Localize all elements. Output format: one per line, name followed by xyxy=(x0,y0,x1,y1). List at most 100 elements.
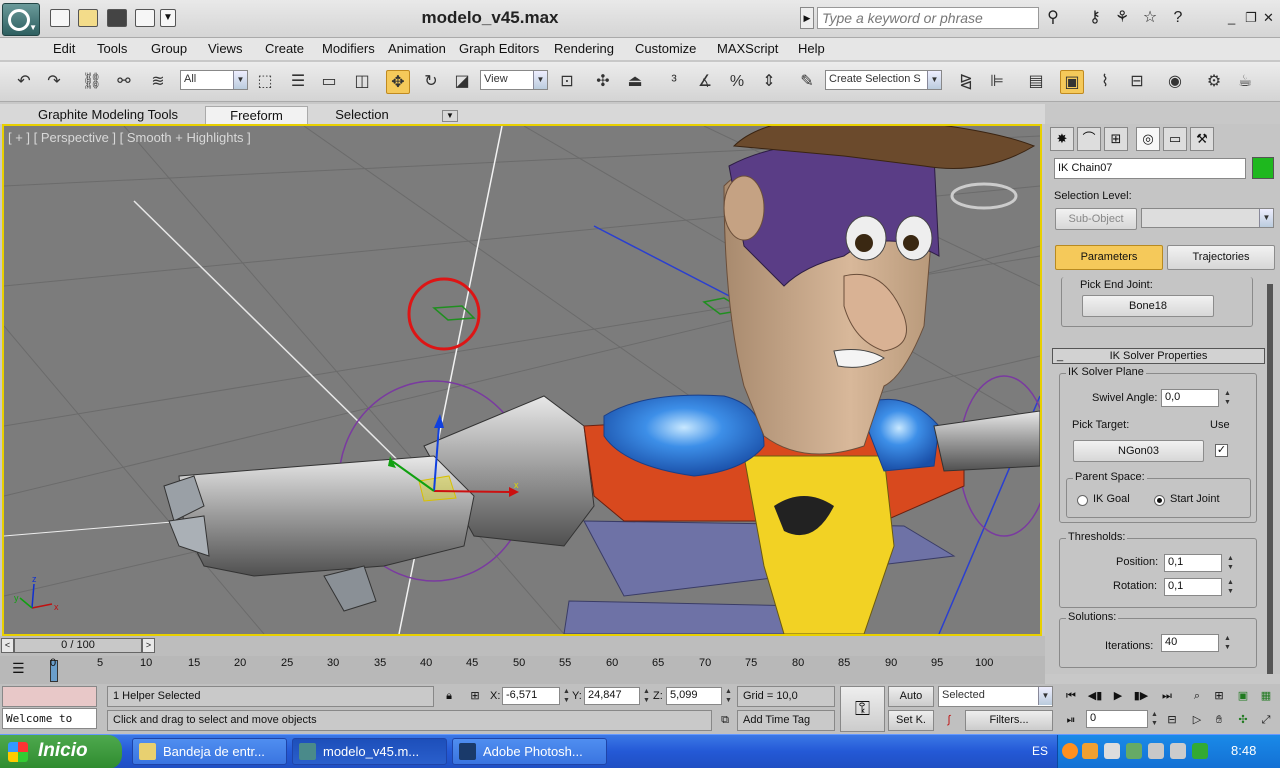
selection-filter-dropdown[interactable]: All ▼ xyxy=(180,70,248,90)
next-frame-icon[interactable]: > xyxy=(142,638,155,653)
project-folder-icon[interactable] xyxy=(135,9,155,27)
manipulate-icon[interactable]: ✣ xyxy=(591,70,615,94)
object-name-field[interactable]: IK Chain07 xyxy=(1054,158,1246,179)
play-icon[interactable]: ▶ xyxy=(1109,688,1127,704)
unlink-icon[interactable]: ⚯ xyxy=(112,70,136,94)
start-joint-radio[interactable] xyxy=(1154,495,1165,506)
material-editor-icon[interactable]: ◉ xyxy=(1163,70,1187,94)
clock[interactable]: 8:48 xyxy=(1231,743,1256,758)
spinner-arrows-icon[interactable]: ▲ ▼ xyxy=(1225,578,1236,596)
maximize-viewport-icon[interactable]: ⤢ xyxy=(1257,712,1275,728)
undo-icon[interactable]: ↶ xyxy=(12,70,36,94)
x-coordinate-field[interactable]: -6,571 xyxy=(502,687,560,705)
set-key-button[interactable]: Set K. xyxy=(888,710,934,731)
language-indicator[interactable]: ES xyxy=(1032,744,1048,758)
select-and-scale-icon[interactable]: ◪ xyxy=(450,70,474,94)
mail-icon[interactable] xyxy=(1104,743,1120,759)
select-object-icon[interactable]: ⬚ xyxy=(253,70,277,94)
key-icon[interactable]: ⚷ xyxy=(1085,8,1105,28)
search-input[interactable]: Type a keyword or phrase xyxy=(817,7,1039,29)
spinner-arrows-icon[interactable]: ▲ ▼ xyxy=(1225,554,1236,572)
network-icon[interactable] xyxy=(1126,743,1142,759)
curve-editor-icon[interactable]: ⌇ xyxy=(1093,70,1117,94)
spinner-arrows-icon[interactable]: ▲ ▼ xyxy=(1222,634,1233,652)
zoom-icon[interactable]: ⌕ xyxy=(1188,688,1206,704)
taskbar-item-3dsmax[interactable]: modelo_v45.m... xyxy=(292,738,447,765)
default-tangents-icon[interactable]: ∫ xyxy=(940,712,958,728)
menu-tools[interactable]: Tools xyxy=(97,41,127,56)
set-key-icon[interactable]: ⚿ xyxy=(840,686,885,732)
security-icon[interactable] xyxy=(1192,743,1208,759)
menu-views[interactable]: Views xyxy=(208,41,242,56)
trajectories-tab[interactable]: Trajectories xyxy=(1167,245,1275,270)
menu-group[interactable]: Group xyxy=(151,41,187,56)
key-filter-dropdown[interactable]: Selected ▼ xyxy=(938,686,1053,707)
menu-customize[interactable]: Customize xyxy=(635,41,696,56)
application-button[interactable]: ▼ xyxy=(2,3,40,36)
binoculars-icon[interactable]: ⚲ xyxy=(1043,8,1063,28)
named-selection-set-dropdown[interactable]: Create Selection S ▼ xyxy=(825,70,942,90)
previous-key-icon[interactable]: ◀▮ xyxy=(1086,688,1104,704)
start-button[interactable]: Inicio xyxy=(0,735,122,768)
menu-rendering[interactable]: Rendering xyxy=(554,41,614,56)
position-threshold-spinner[interactable]: 0,1 xyxy=(1164,554,1222,572)
spinner-arrows-icon[interactable]: ▲ ▼ xyxy=(723,687,734,705)
previous-frame-icon[interactable]: < xyxy=(1,638,14,653)
ik-goal-radio[interactable] xyxy=(1077,495,1088,506)
taskbar-item-outlook[interactable]: Bandeja de entr... xyxy=(132,738,287,765)
render-setup-icon[interactable]: ⚙ xyxy=(1202,70,1226,94)
graphite-toolbar-icon[interactable]: ▣ xyxy=(1060,70,1084,94)
schematic-view-icon[interactable]: ⊟ xyxy=(1125,70,1149,94)
tab-utilities-icon[interactable]: ⚒ xyxy=(1190,127,1214,151)
ribbon-minimize-icon[interactable]: ▼ xyxy=(442,110,458,122)
menu-graph-editors[interactable]: Graph Editors xyxy=(459,41,539,56)
rectangular-selection-icon[interactable]: ▭ xyxy=(317,70,341,94)
menu-help[interactable]: Help xyxy=(798,41,825,56)
go-to-start-icon[interactable]: ⏮ xyxy=(1062,688,1080,704)
menu-edit[interactable]: Edit xyxy=(53,41,75,56)
add-time-tag-field[interactable]: Add Time Tag xyxy=(737,710,835,731)
swivel-angle-spinner[interactable]: 0,0 xyxy=(1161,389,1219,407)
spinner-arrows-icon[interactable]: ▲ ▼ xyxy=(561,687,572,705)
rotation-threshold-spinner[interactable]: 0,1 xyxy=(1164,578,1222,596)
restore-icon[interactable]: ❐ xyxy=(1245,10,1257,26)
spinner-arrows-icon[interactable]: ▲ ▼ xyxy=(1149,710,1160,728)
key-mode-icon[interactable]: ⏯ xyxy=(1062,712,1080,728)
orbit-icon[interactable]: ✣ xyxy=(1234,712,1252,728)
time-tag-icon[interactable]: ⧉ xyxy=(716,712,734,728)
go-to-end-icon[interactable]: ⏭ xyxy=(1158,688,1176,704)
y-coordinate-field[interactable]: 24,847 xyxy=(584,687,640,705)
time-slider-thumb[interactable]: 0 / 100 xyxy=(14,638,142,653)
field-of-view-icon[interactable]: ▷ xyxy=(1188,712,1206,728)
save-file-icon[interactable] xyxy=(107,9,127,27)
tab-freeform[interactable]: Freeform xyxy=(205,106,308,124)
link-icon[interactable]: ⛓ xyxy=(80,70,104,94)
select-and-move-icon[interactable]: ✥ xyxy=(386,70,410,94)
pick-target-button[interactable]: NGon03 xyxy=(1073,440,1204,462)
safely-remove-icon[interactable] xyxy=(1148,743,1164,759)
parameters-tab[interactable]: Parameters xyxy=(1055,245,1163,270)
bind-space-warp-icon[interactable]: ≋ xyxy=(146,70,170,94)
end-joint-button[interactable]: Bone18 xyxy=(1082,295,1214,317)
command-panel-scrollbar[interactable] xyxy=(1267,284,1273,674)
tab-hierarchy-icon[interactable]: ⊞ xyxy=(1104,127,1128,151)
snaps-toggle-icon[interactable]: ³ xyxy=(662,70,686,94)
zoom-extents-icon[interactable]: ▣ xyxy=(1234,688,1252,704)
sub-object-button[interactable]: Sub-Object xyxy=(1055,208,1137,230)
pivot-center-icon[interactable]: ⊡ xyxy=(555,70,579,94)
z-coordinate-field[interactable]: 5,099 xyxy=(666,687,722,705)
menu-maxscript[interactable]: MAXScript xyxy=(717,41,778,56)
keyboard-shortcut-override-icon[interactable]: ⏏ xyxy=(623,70,647,94)
redo-icon[interactable]: ↷ xyxy=(42,70,66,94)
messenger-icon[interactable] xyxy=(1082,743,1098,759)
next-key-icon[interactable]: ▮▶ xyxy=(1132,688,1150,704)
maxscript-mini-listener[interactable]: Welcome to xyxy=(2,708,97,729)
tab-modify-icon[interactable]: ⌒ xyxy=(1077,127,1101,151)
time-slider[interactable]: < 0 / 100 > xyxy=(0,636,1045,656)
move-gizmo-plane[interactable] xyxy=(418,475,457,502)
open-file-icon[interactable] xyxy=(78,9,98,27)
satellite-icon[interactable]: ⚘ xyxy=(1112,8,1132,28)
maxscript-mini-listener-top[interactable] xyxy=(2,686,97,707)
select-by-name-icon[interactable]: ☰ xyxy=(286,70,310,94)
percent-snap-icon[interactable]: % xyxy=(725,70,749,94)
